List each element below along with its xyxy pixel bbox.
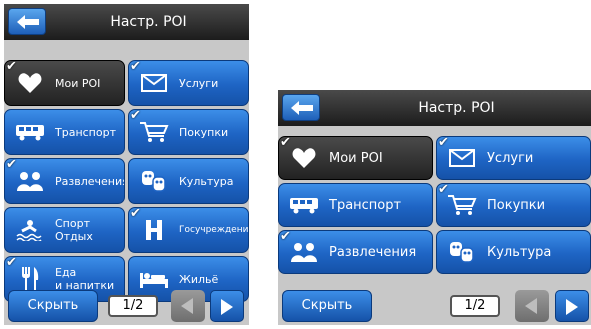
category-label: Покупки (487, 197, 546, 213)
category-label: Транспорт (55, 125, 116, 139)
heart-icon (13, 70, 47, 96)
check-icon: ✔ (130, 207, 141, 221)
previous-page-button[interactable] (515, 290, 549, 322)
previous-page-button[interactable] (171, 290, 205, 322)
envelope-icon (137, 70, 171, 96)
category-label: Жильё (179, 272, 219, 286)
category-label: Развлечения (329, 244, 417, 260)
category-label: Развлечения (55, 174, 125, 188)
heart-icon (287, 145, 321, 171)
title-bar: Настр. POI (4, 4, 249, 40)
category-grid: ✔ Мои POI ✔ Услуги Транспорт ✔ Покупки ✔… (4, 60, 249, 302)
back-arrow-icon (17, 15, 39, 29)
category-label: Мои POI (329, 150, 383, 166)
arrow-left-icon (525, 298, 537, 314)
check-icon: ✔ (280, 136, 291, 150)
category-button-my-poi[interactable]: ✔ Мои POI (4, 60, 125, 106)
category-label: Покупки (179, 125, 229, 139)
category-grid: ✔ Мои POI ✔ Услуги Транспорт ✔ Покупки ✔… (278, 136, 591, 274)
next-page-button[interactable] (555, 290, 589, 322)
category-button-shopping[interactable]: ✔ Покупки (436, 183, 591, 227)
category-label: Мои POI (55, 76, 101, 90)
check-icon: ✔ (130, 60, 141, 74)
people-icon (13, 168, 47, 194)
category-label: Культура (179, 174, 234, 188)
next-page-button[interactable] (210, 290, 244, 322)
check-icon: ✔ (280, 230, 291, 244)
category-button-services[interactable]: ✔ Услуги (128, 60, 249, 106)
envelope-icon (445, 145, 479, 171)
hide-button[interactable]: Скрыть (8, 290, 98, 322)
bottom-bar: Скрыть 1/2 (4, 287, 249, 325)
category-label: Транспорт (329, 197, 402, 213)
category-button-transport[interactable]: Транспорт (278, 183, 433, 227)
check-icon: ✔ (438, 183, 449, 197)
arrow-right-icon (566, 299, 578, 315)
check-icon: ✔ (6, 256, 17, 270)
bottom-bar: Скрыть 1/2 (278, 287, 591, 325)
category-label: Культура (487, 244, 552, 260)
hide-button[interactable]: Скрыть (282, 290, 372, 322)
page-title: Настр. POI (418, 100, 495, 116)
back-button[interactable] (282, 94, 320, 121)
category-button-shopping[interactable]: ✔ Покупки (128, 109, 249, 155)
category-label: Услуги (179, 76, 219, 90)
h-building-icon (137, 217, 171, 243)
theater-masks-icon (445, 239, 479, 265)
category-button-culture[interactable]: Культура (128, 158, 249, 204)
poi-settings-screen-large: Настр. POI ✔ Мои POI ✔ Услуги Транспорт … (4, 4, 249, 325)
page-indicator: 1/2 (108, 295, 158, 317)
swimmer-icon (13, 217, 47, 243)
check-icon: ✔ (438, 136, 449, 150)
bus-icon (287, 192, 321, 218)
check-icon: ✔ (130, 109, 141, 123)
poi-settings-screen-small: Настр. POI ✔ Мои POI ✔ Услуги Транспорт … (278, 90, 591, 325)
arrow-left-icon (181, 298, 193, 314)
category-button-transport[interactable]: Транспорт (4, 109, 125, 155)
title-bar: Настр. POI (278, 90, 591, 126)
category-button-my-poi[interactable]: ✔ Мои POI (278, 136, 433, 180)
category-button-services[interactable]: ✔ Услуги (436, 136, 591, 180)
arrow-right-icon (221, 299, 233, 315)
check-icon: ✔ (6, 158, 17, 172)
category-button-entertainment[interactable]: ✔ Развлечения (278, 230, 433, 274)
theater-masks-icon (137, 168, 171, 194)
people-icon (287, 239, 321, 265)
category-label: Госучреждения (179, 224, 249, 235)
shopping-cart-icon (137, 119, 171, 145)
bus-icon (13, 119, 47, 145)
back-arrow-icon (291, 101, 313, 115)
back-button[interactable] (8, 8, 46, 35)
category-label: Услуги (487, 150, 534, 166)
check-icon: ✔ (6, 60, 17, 74)
category-button-culture[interactable]: Культура (436, 230, 591, 274)
page-title: Настр. POI (110, 14, 187, 30)
page-indicator: 1/2 (450, 295, 500, 317)
category-button-entertainment[interactable]: ✔ Развлечения (4, 158, 125, 204)
category-button-government[interactable]: ✔ Госучреждения (128, 207, 249, 253)
category-label: Спорт Отдых (55, 217, 93, 243)
category-button-sport[interactable]: Спорт Отдых (4, 207, 125, 253)
shopping-cart-icon (445, 192, 479, 218)
